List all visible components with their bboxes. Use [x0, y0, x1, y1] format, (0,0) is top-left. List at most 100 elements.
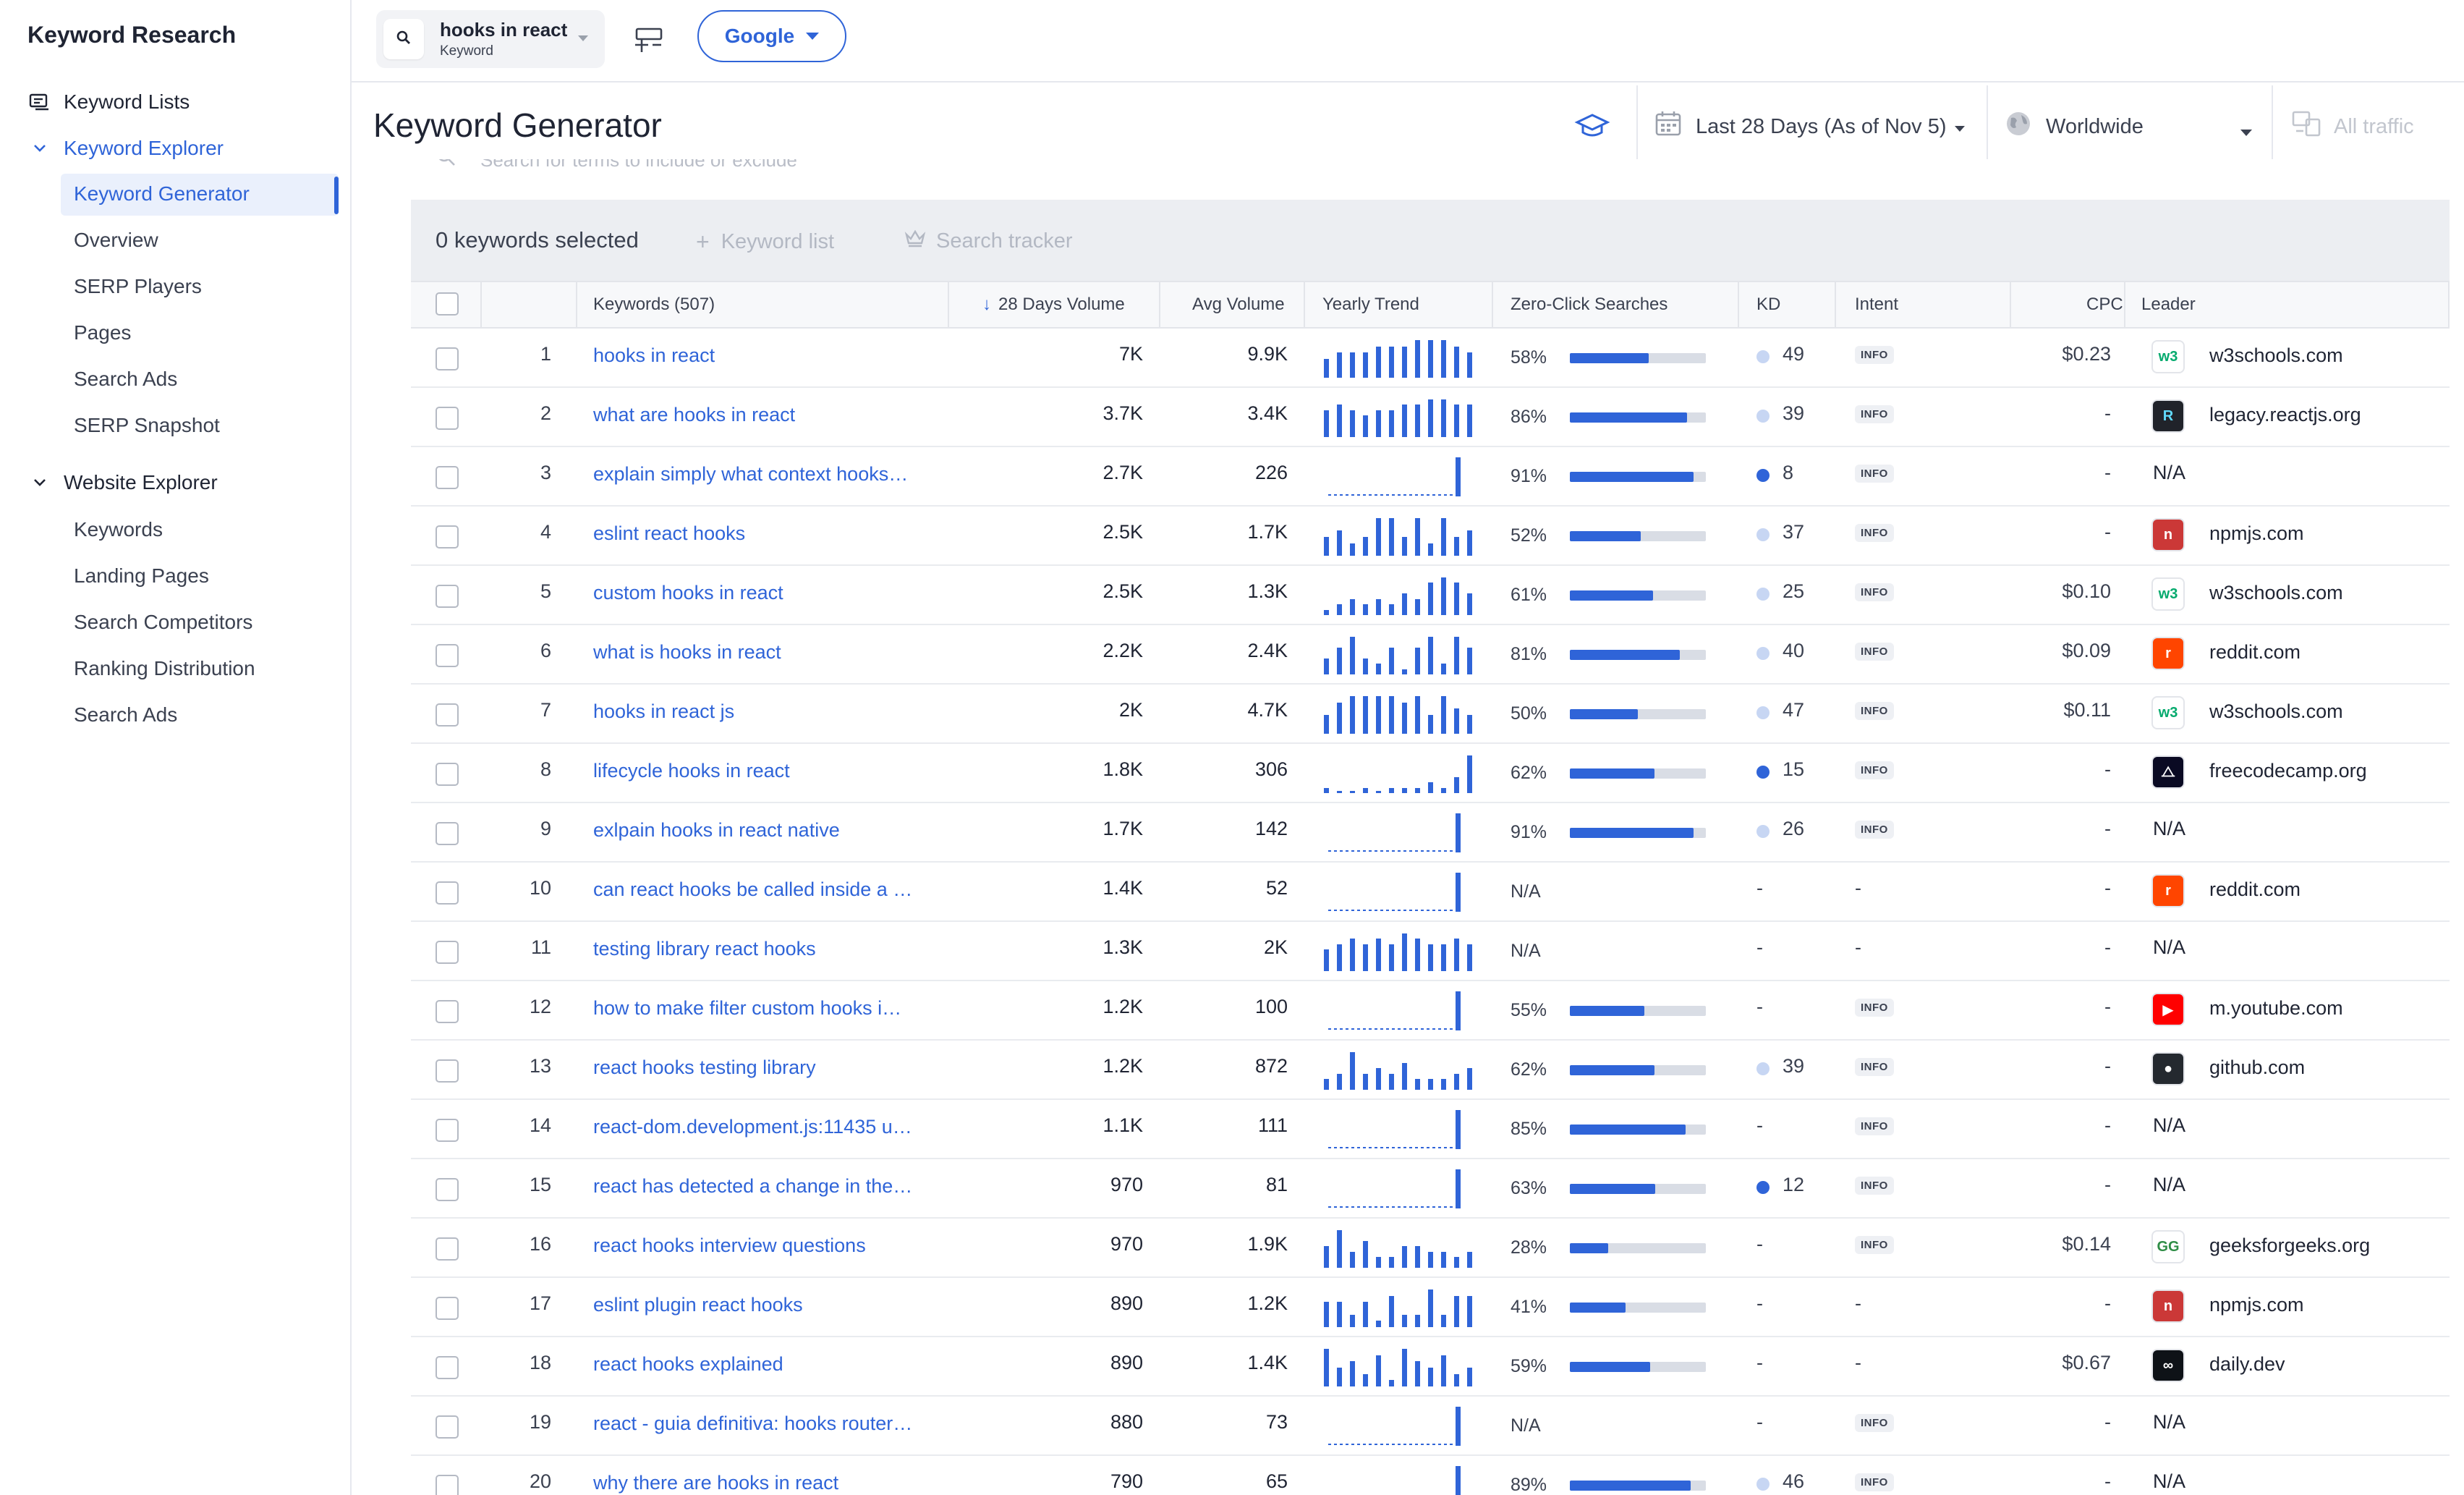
row-checkbox[interactable] — [436, 1000, 459, 1023]
avg-volume: 1.7K — [1247, 521, 1288, 543]
keyword-link[interactable]: custom hooks in react — [593, 582, 783, 604]
keyword-link[interactable]: hooks in react — [593, 344, 715, 367]
sidebar-item-pages[interactable]: Pages — [74, 321, 131, 344]
leader-domain[interactable]: m.youtube.com — [2209, 997, 2343, 1020]
col-kd[interactable]: KD — [1756, 282, 1780, 327]
traffic-select[interactable]: All traffic — [2290, 85, 2414, 168]
location-select[interactable]: Worldwide — [2004, 85, 2254, 168]
row-checkbox[interactable] — [436, 1237, 459, 1261]
row-checkbox[interactable] — [436, 407, 459, 430]
keyword-link[interactable]: react has detected a change in the… — [593, 1175, 912, 1198]
keyword-list-button[interactable]: + Keyword list — [696, 229, 834, 255]
col-zero-click[interactable]: Zero-Click Searches — [1511, 282, 1668, 327]
sidebar-item-serp-players[interactable]: SERP Players — [74, 275, 202, 298]
row-checkbox[interactable] — [436, 1356, 459, 1379]
intent-badge: INFO — [1855, 583, 1894, 601]
keyword-search-chip[interactable]: hooks in react Keyword — [376, 10, 605, 68]
row-checkbox[interactable] — [436, 703, 459, 727]
row-checkbox[interactable] — [436, 1119, 459, 1142]
keyword-link[interactable]: how to make filter custom hooks i… — [593, 997, 901, 1020]
row-checkbox[interactable] — [436, 1415, 459, 1439]
leader-domain[interactable]: freecodecamp.org — [2209, 760, 2367, 782]
keyword-link[interactable]: why there are hooks in react — [593, 1472, 838, 1494]
row-checkbox[interactable] — [436, 1475, 459, 1495]
row-checkbox[interactable] — [436, 525, 459, 549]
search-tracker-button[interactable]: Search tracker — [904, 229, 1073, 253]
keyword-link[interactable]: what are hooks in react — [593, 404, 795, 426]
row-checkbox[interactable] — [436, 941, 459, 964]
row-rank: 4 — [540, 521, 551, 543]
row-checkbox[interactable] — [436, 585, 459, 608]
leader-domain[interactable]: reddit.com — [2209, 641, 2301, 664]
keyword-link[interactable]: hooks in react js — [593, 700, 734, 723]
keyword-link[interactable]: react hooks explained — [593, 1353, 783, 1376]
graduation-cap-icon[interactable] — [1574, 111, 1610, 144]
keyword-link[interactable]: react hooks testing library — [593, 1056, 816, 1079]
keyword-link[interactable]: react - guia definitiva: hooks router… — [593, 1413, 912, 1435]
sidebar-item-search-ads[interactable]: Search Ads — [74, 368, 177, 391]
row-checkbox[interactable] — [436, 1178, 459, 1201]
keyword-link[interactable]: react hooks interview questions — [593, 1234, 866, 1257]
keyword-link[interactable]: eslint react hooks — [593, 522, 745, 545]
col-yearly-trend[interactable]: Yearly Trend — [1322, 282, 1419, 327]
trend-bar — [1363, 944, 1368, 971]
keyword-link[interactable]: what is hooks in react — [593, 641, 781, 664]
leader-domain[interactable]: w3schools.com — [2209, 344, 2343, 367]
col-28-days-volume[interactable]: ↓ 28 Days Volume — [982, 282, 1125, 327]
sidebar-item-overview[interactable]: Overview — [74, 229, 158, 252]
row-checkbox[interactable] — [436, 1059, 459, 1083]
col-cpc[interactable]: CPC — [2086, 282, 2123, 327]
search-button[interactable] — [383, 19, 424, 59]
row-checkbox[interactable] — [436, 644, 459, 667]
trend-bar — [1454, 708, 1459, 734]
date-range-select[interactable]: Last 28 Days (As of Nov 5) — [1654, 85, 1967, 168]
col-intent[interactable]: Intent — [1855, 282, 1898, 327]
sidebar-item-keywords[interactable]: Keywords — [74, 518, 163, 541]
leader-domain[interactable]: npmjs.com — [2209, 522, 2304, 545]
leader-domain[interactable]: geeksforgeeks.org — [2209, 1234, 2370, 1257]
row-checkbox[interactable] — [436, 466, 459, 489]
add-to-list-icon[interactable] — [632, 23, 666, 60]
leader-domain[interactable]: daily.dev — [2209, 1353, 2285, 1376]
sidebar-item-landing-pages[interactable]: Landing Pages — [74, 564, 209, 588]
row-checkbox[interactable] — [436, 822, 459, 845]
leader-domain[interactable]: npmjs.com — [2209, 1294, 2304, 1316]
col-leader[interactable]: Leader — [2141, 282, 2196, 327]
selection-bar: 0 keywords selected + Keyword list Searc… — [411, 200, 2450, 281]
col-avg-volume[interactable]: Avg Volume — [1192, 282, 1285, 327]
leader-domain[interactable]: w3schools.com — [2209, 700, 2343, 723]
leader-domain[interactable]: reddit.com — [2209, 878, 2301, 901]
filter-input[interactable]: Search for terms to include or exclude — [480, 159, 797, 171]
sidebar-item-search-competitors[interactable]: Search Competitors — [74, 611, 252, 634]
keyword-link[interactable]: can react hooks be called inside a … — [593, 878, 912, 901]
leader-domain[interactable]: w3schools.com — [2209, 582, 2343, 604]
row-checkbox[interactable] — [436, 1297, 459, 1320]
row-checkbox[interactable] — [436, 763, 459, 786]
col-keywords[interactable]: Keywords (507) — [593, 282, 715, 327]
keyword-link[interactable]: eslint plugin react hooks — [593, 1294, 803, 1316]
keyword-link[interactable]: explain simply what context hooks… — [593, 463, 908, 486]
keyword-link[interactable]: exlpain hooks in react native — [593, 819, 840, 842]
sidebar-item-serp-snapshot[interactable]: SERP Snapshot — [74, 414, 220, 437]
sidebar-item-keyword-generator[interactable]: Keyword Generator — [74, 182, 250, 206]
cpc-value: $0.23 — [2062, 343, 2111, 365]
leader-domain[interactable]: legacy.reactjs.org — [2209, 404, 2361, 426]
trend-bar — [1324, 658, 1329, 674]
keyword-link[interactable]: testing library react hooks — [593, 938, 816, 960]
sidebar-item-keyword-lists[interactable]: Keyword Lists — [27, 90, 190, 114]
sidebar-item-ranking-distribution[interactable]: Ranking Distribution — [74, 657, 255, 680]
row-checkbox[interactable] — [436, 881, 459, 905]
leader-domain[interactable]: github.com — [2209, 1056, 2305, 1079]
leader-domain: N/A — [2153, 462, 2186, 483]
search-engine-select[interactable]: Google — [697, 10, 846, 62]
sidebar-section-website-explorer[interactable]: Website Explorer — [27, 470, 218, 495]
keyword-link[interactable]: react-dom.development.js:11435 u… — [593, 1116, 912, 1138]
sidebar-section-keyword-explorer[interactable]: Keyword Explorer — [27, 136, 224, 161]
chevron-down-icon[interactable] — [576, 33, 590, 46]
keyword-link[interactable]: lifecycle hooks in react — [593, 760, 790, 782]
select-all-checkbox[interactable] — [436, 292, 459, 315]
row-checkbox[interactable] — [436, 347, 459, 370]
trend-bar — [1389, 410, 1394, 437]
zero-click-bar-fill — [1570, 828, 1694, 838]
sidebar-item-search-ads-website[interactable]: Search Ads — [74, 703, 177, 727]
